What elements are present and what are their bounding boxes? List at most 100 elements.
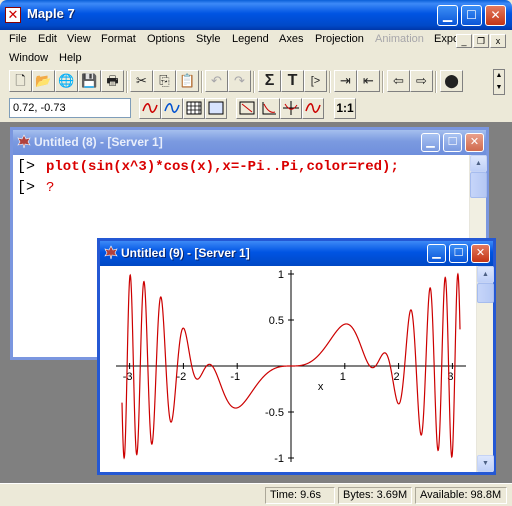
scroll-thumb[interactable]	[470, 172, 487, 198]
maximize-icon: ☐	[466, 8, 477, 22]
plot-maximize-button[interactable]: ☐	[449, 244, 468, 263]
new-icon[interactable]: 🗋	[9, 70, 32, 92]
maple-logo-icon[interactable]: ✕	[5, 7, 21, 23]
axes-none-icon[interactable]	[302, 98, 324, 119]
copy-icon[interactable]: ⎘	[153, 70, 176, 92]
plot-minimize-button[interactable]: ▁	[427, 244, 446, 263]
toolbar-separator	[329, 71, 331, 93]
coordinates-field[interactable]: 0.72, -0.73	[9, 98, 131, 118]
open-url-icon[interactable]: 🌐	[55, 70, 78, 92]
menu-edit[interactable]: Edit	[38, 33, 57, 45]
axes-framed-icon[interactable]	[258, 98, 280, 119]
menu-projection[interactable]: Projection	[315, 33, 364, 45]
scroll-up-icon[interactable]: ▲	[470, 155, 487, 172]
axes-normal-icon[interactable]	[280, 98, 302, 119]
indent-icon[interactable]: ⇥	[334, 70, 357, 92]
plot-scrollbar[interactable]: ▲ ▼	[476, 266, 494, 472]
mdi-restore-button[interactable]: ❐	[473, 34, 489, 48]
y-tick-label: -1	[274, 453, 284, 465]
outdent-icon[interactable]: ⇤	[357, 70, 380, 92]
mdi-close-button[interactable]: x	[490, 34, 506, 48]
x-tick-label: 1	[340, 371, 346, 383]
toolbar-separator	[253, 71, 255, 93]
patch-style-icon[interactable]	[161, 98, 183, 119]
plot-window: Untitled (9) - [Server 1] ▁ ☐ ✕ -3 -2 -1 1 2…	[97, 238, 496, 475]
minimize-button[interactable]: ▁	[437, 5, 458, 26]
y-tick-label: 1	[278, 269, 284, 281]
x-tick-label: -3	[123, 371, 133, 383]
toolbar-separator	[382, 71, 384, 93]
forward-icon[interactable]: ⇨	[410, 70, 433, 92]
menu-axes[interactable]: Axes	[279, 33, 303, 45]
worksheet-minimize-button[interactable]: ▁	[421, 133, 440, 152]
plot-chart[interactable]: -3 -2 -1 1 2 310.5-0.5-1x	[100, 266, 472, 470]
prompt-icon[interactable]: [>	[304, 70, 327, 92]
text-icon[interactable]: T	[281, 70, 304, 92]
menu-window[interactable]: Window	[9, 52, 48, 64]
print-icon[interactable]: 🖶	[101, 70, 124, 92]
mdi-workspace: Untitled (8) - [Server 1] ▁ ☐ ✕ [> plot(…	[0, 122, 512, 483]
undo-icon[interactable]: ↶	[205, 70, 228, 92]
cut-icon[interactable]: ✂	[130, 70, 153, 92]
sum-icon[interactable]: Σ	[258, 70, 281, 92]
cursor-line[interactable]: [> ?	[17, 179, 472, 201]
scroll-up-icon[interactable]: ▲	[477, 266, 494, 283]
plot-title-bar[interactable]: Untitled (9) - [Server 1] ▁ ☐ ✕	[100, 241, 493, 266]
paste-icon[interactable]: 📋	[176, 70, 199, 92]
worksheet-title-bar[interactable]: Untitled (8) - [Server 1] ▁ ☐ ✕	[13, 130, 486, 155]
status-time: Time: 9.6s	[265, 487, 335, 504]
open-icon[interactable]: 📂	[32, 70, 55, 92]
toolbar-separator	[201, 71, 203, 93]
menu-help[interactable]: Help	[59, 52, 82, 64]
constrained-ratio-button[interactable]: 1:1	[334, 98, 356, 119]
menu-style[interactable]: Style	[196, 33, 220, 45]
x-tick-label: -1	[230, 371, 240, 383]
plot-window-title: Untitled (9) - [Server 1]	[121, 246, 250, 260]
mdi-minimize-button[interactable]: _	[456, 34, 472, 48]
prompt-bracket: [>	[17, 158, 36, 175]
y-tick-label: -0.5	[265, 407, 284, 419]
worksheet-title: Untitled (8) - [Server 1]	[34, 135, 163, 149]
status-available: Available: 98.8M	[415, 487, 507, 504]
stop-icon[interactable]: ⬤	[440, 70, 463, 92]
menu-legend[interactable]: Legend	[232, 33, 269, 45]
save-icon[interactable]: 💾	[78, 70, 101, 92]
status-bar: Time: 9.6s Bytes: 3.69M Available: 98.8M	[0, 483, 512, 506]
frame-style-icon[interactable]	[205, 98, 227, 119]
toolbar-separator	[435, 71, 437, 93]
y-tick-label: 0.5	[269, 315, 284, 327]
axes-boxed-icon[interactable]	[236, 98, 258, 119]
plot-close-button[interactable]: ✕	[471, 244, 490, 263]
menu-options[interactable]: Options	[147, 33, 185, 45]
maple-leaf-icon	[104, 245, 118, 260]
redo-icon[interactable]: ↷	[228, 70, 251, 92]
app-title-bar[interactable]: ✕ Maple 7 ▁ ☐ ✕	[0, 0, 512, 30]
menu-file[interactable]: File	[9, 33, 27, 45]
minimize-icon: ▁	[442, 8, 453, 22]
menu-view[interactable]: View	[67, 33, 91, 45]
worksheet-maximize-button[interactable]: ☐	[443, 133, 462, 152]
grid-style-icon[interactable]	[183, 98, 205, 119]
command-input[interactable]: plot(sin(x^3)*cos(x),x=-Pi..Pi,color=red…	[46, 159, 399, 175]
scroll-thumb[interactable]	[477, 283, 494, 303]
plot-area[interactable]: -3 -2 -1 1 2 3 1 0.5 -0.5 -1 x	[100, 266, 472, 470]
status-available-text: Available: 98.8M	[420, 489, 502, 501]
prompt-bracket: [>	[17, 179, 36, 196]
maximize-button[interactable]: ☐	[461, 5, 482, 26]
toolbar-scroll-arrows[interactable]: ▲ ▼	[493, 69, 505, 95]
worksheet-close-button[interactable]: ✕	[465, 133, 484, 152]
scroll-down-icon[interactable]: ▼	[477, 455, 494, 472]
close-button[interactable]: ✕	[485, 5, 506, 26]
status-time-text: Time: 9.6s	[270, 489, 321, 501]
input-line[interactable]: [> plot(sin(x^3)*cos(x),x=-Pi..Pi,color=…	[17, 158, 472, 180]
x-tick-label: 2	[394, 371, 400, 383]
back-icon[interactable]: ⇦	[387, 70, 410, 92]
menu-animation[interactable]: Animation	[375, 33, 424, 45]
scroll-down-icon: ▼	[495, 84, 503, 91]
menu-format[interactable]: Format	[101, 33, 136, 45]
toolbar-separator	[126, 71, 128, 93]
close-icon: ✕	[490, 8, 501, 22]
line-style-icon[interactable]	[139, 98, 161, 119]
status-bytes-text: Bytes: 3.69M	[343, 489, 408, 501]
x-tick-label: -2	[177, 371, 187, 383]
